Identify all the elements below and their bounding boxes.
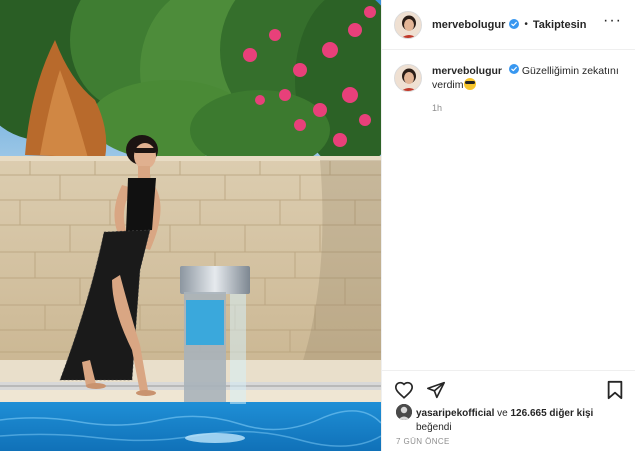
likes-summary: yasaripekofficial ve 126.665 diğer kişi …: [396, 404, 630, 435]
post-photo[interactable]: [0, 0, 381, 451]
photo-scene: [0, 0, 381, 451]
avatar-icon: [395, 65, 421, 91]
verified-badge-icon: [509, 16, 520, 34]
avatar-icon: [395, 11, 421, 38]
post-side-panel: mervebolugur • Takiptesin ··· mervebolug…: [381, 0, 635, 451]
author-username[interactable]: mervebolugur: [432, 19, 505, 31]
more-options-button[interactable]: ···: [603, 13, 622, 29]
caption-avatar[interactable]: [394, 64, 422, 92]
bookmark-icon[interactable]: [606, 380, 624, 405]
liker-username[interactable]: yasaripekofficial: [416, 408, 494, 419]
header-separator: •: [524, 19, 528, 30]
caption-block: mervebolugur Güzelliğimin zekatını verdi…: [394, 64, 626, 115]
send-icon[interactable]: [426, 381, 446, 399]
likes-count[interactable]: 126.665 diğer kişi: [511, 408, 594, 419]
avatar-icon: [396, 404, 412, 420]
likes-connector: ve: [497, 408, 508, 419]
action-bar: [382, 370, 635, 408]
post-timestamp[interactable]: 7 GÜN ÖNCE: [396, 437, 450, 446]
sunglasses-emoji-icon: [463, 78, 476, 91]
heart-icon[interactable]: [394, 381, 414, 399]
caption-username[interactable]: mervebolugur: [432, 65, 502, 77]
liker-avatar[interactable]: [396, 404, 412, 420]
author-avatar[interactable]: [394, 10, 422, 39]
following-button[interactable]: Takiptesin: [533, 19, 587, 31]
likes-suffix: beğendi: [416, 422, 452, 433]
post-header: mervebolugur • Takiptesin ···: [382, 0, 635, 50]
caption-time[interactable]: 1h: [432, 101, 626, 115]
caption: mervebolugur Güzelliğimin zekatını verdi…: [432, 64, 626, 115]
verified-badge-icon: [508, 64, 519, 78]
